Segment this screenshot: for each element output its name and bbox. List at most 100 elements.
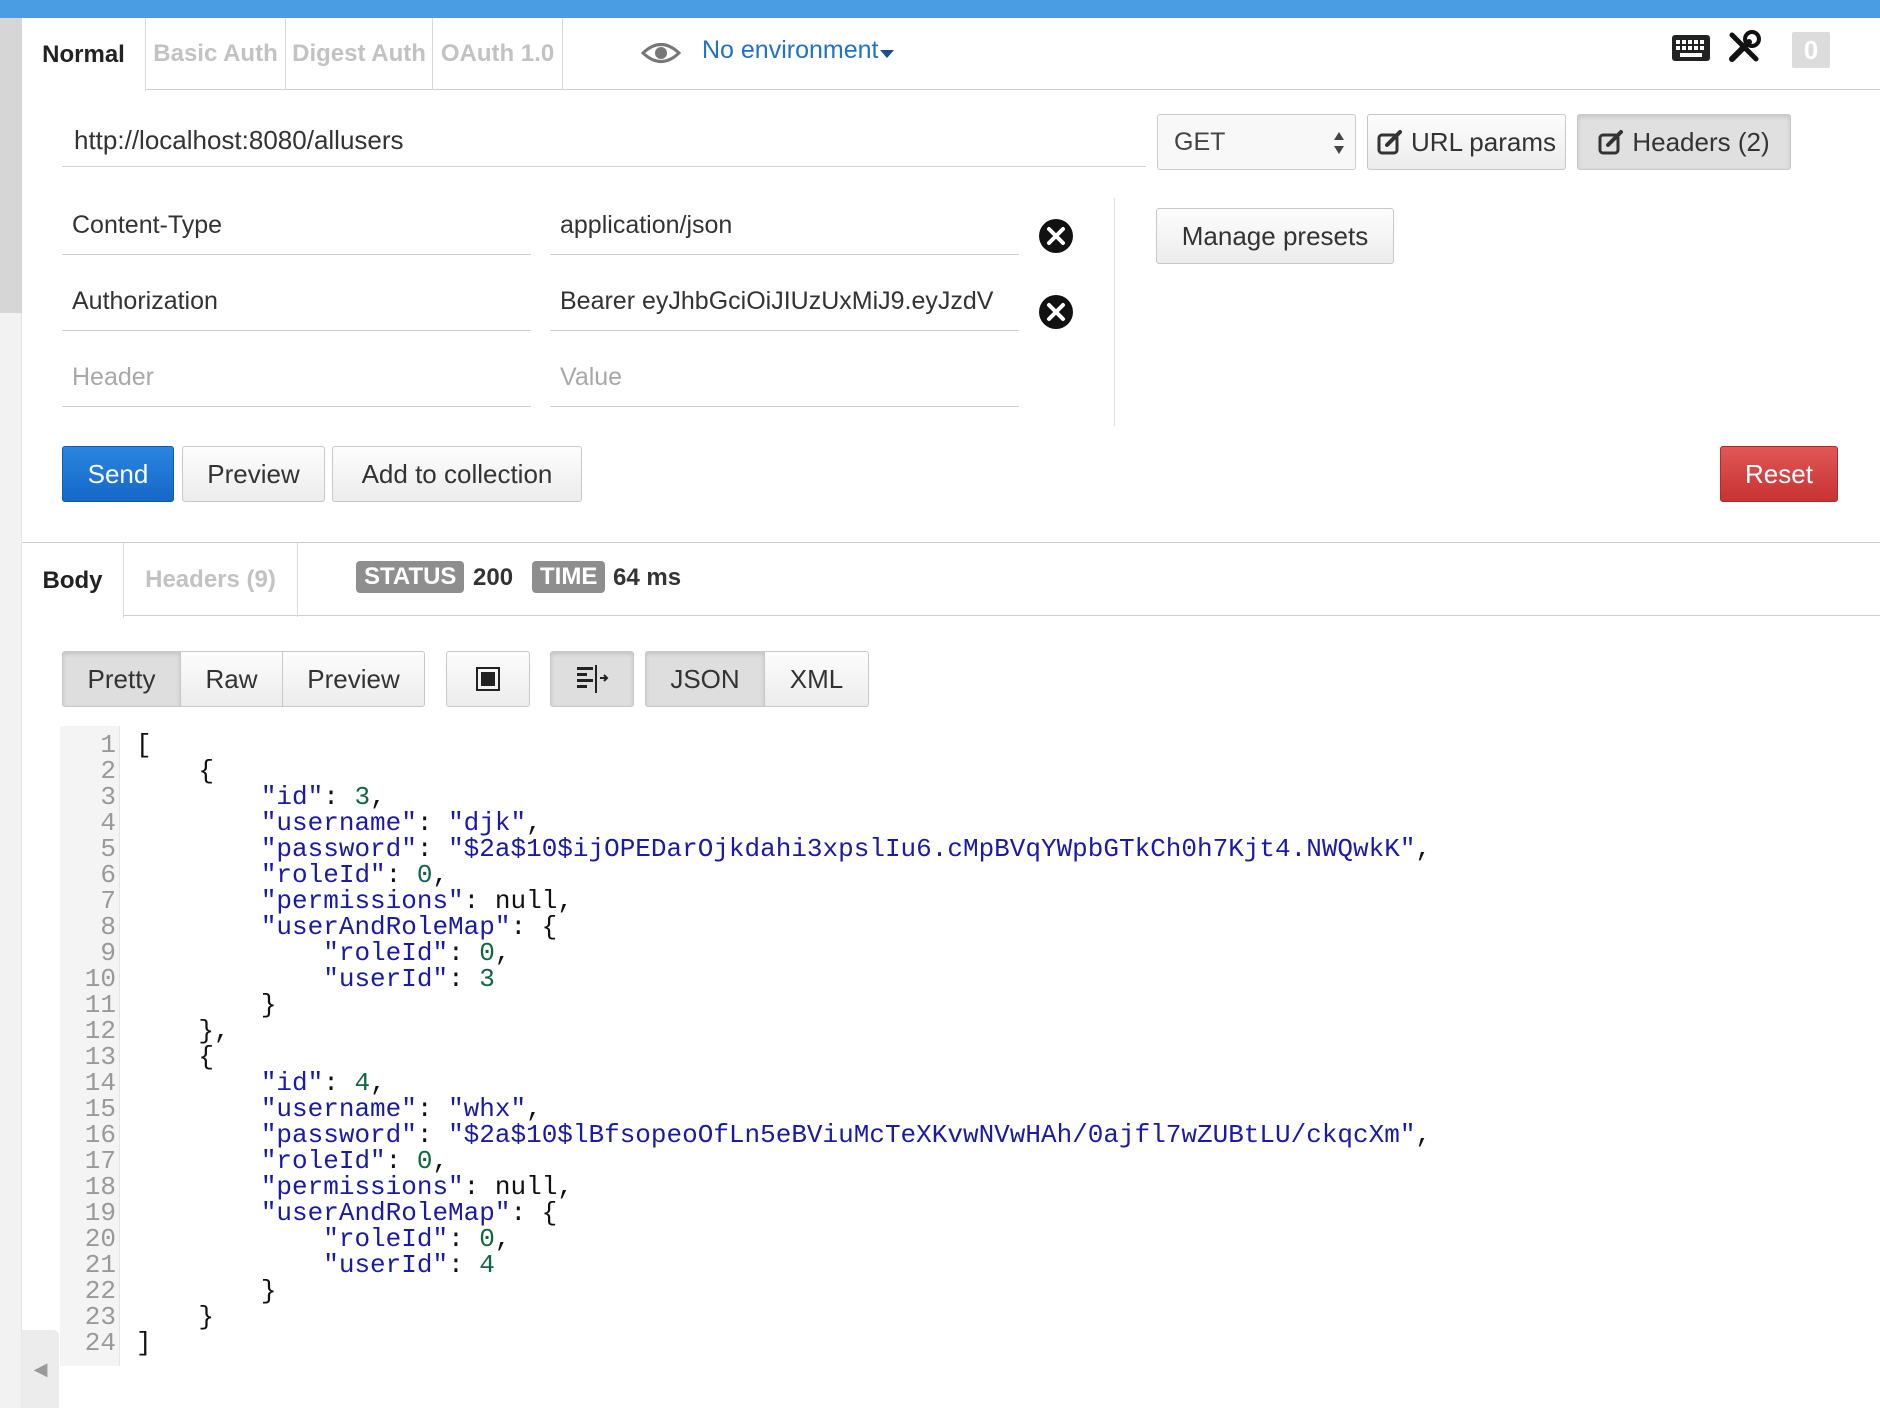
code-text: "roleId": 0, [260,1146,449,1176]
fullscreen-button[interactable] [446,651,530,707]
send-button[interactable]: Send [62,446,174,502]
method-select[interactable]: GET [1157,114,1356,170]
code-text: } [136,1302,215,1332]
response-body-code[interactable]: 1 [2 {3 "id": 3, 4 "username": "djk", 5 "pa… [60,726,1880,1366]
add-to-collection-button[interactable]: Add to collection [332,446,582,502]
line-number: 11 [84,990,116,1020]
line-number: 24 [84,1328,116,1358]
code-text: ] [136,1328,152,1358]
url-params-label: URL params [1411,126,1556,157]
select-arrows-icon [1334,132,1344,154]
line-number: 6 [100,860,116,890]
method-value: GET [1174,127,1226,156]
url-params-button[interactable]: URL params [1367,114,1566,170]
code-text: "userAndRoleMap": { [260,912,558,942]
counter-badge[interactable]: 0 [1792,32,1830,68]
reset-button[interactable]: Reset [1720,446,1838,502]
code-text: [ [136,730,152,760]
line-number: 15 [84,1094,116,1124]
edit-icon [1377,130,1403,155]
code-text: "roleId": 0, [323,938,511,968]
remove-header-icon[interactable] [1038,294,1074,330]
keyboard-icon[interactable] [1671,34,1711,62]
tab-oauth[interactable]: OAuth 1.0 [433,18,563,90]
code-text: "userAndRoleMap": { [260,1198,558,1228]
code-text: { [136,756,215,786]
code-text: "userId": 3 [323,964,495,994]
format-xml-button[interactable]: XML [764,651,869,707]
code-text: "permissions": null, [260,1172,573,1202]
header-value-placeholder[interactable]: Value [550,349,1019,407]
response-tabs-bar: Body Headers (9) [22,542,1880,618]
line-number: 4 [100,808,116,838]
line-number: 8 [100,912,116,942]
code-text: "password": "$2a$10$lBfsopeoOfLn5eBViuMc… [260,1120,1432,1150]
header-value-field[interactable]: Bearer eyJhbGciOiJIUzUxMiJ9.eyJzdV [550,273,1019,331]
header-value-field[interactable]: application/json [550,197,1019,255]
code-text: "id": 4, [260,1068,386,1098]
line-number: 23 [84,1302,116,1332]
code-text: "userId": 4 [323,1250,495,1280]
preview-button[interactable]: Preview [182,446,325,502]
code-text: "roleId": 0, [260,860,449,890]
chevron-left-icon: ◀ [33,1358,48,1379]
tools-icon[interactable] [1727,30,1761,64]
header-name-field[interactable]: Content-Type [62,197,531,255]
code-text: "username": "whx", [260,1094,542,1124]
headers-button[interactable]: Headers (2) [1577,114,1791,170]
remove-header-icon[interactable] [1038,218,1074,254]
wrap-lines-icon [577,665,609,693]
tab-digest-auth[interactable]: Digest Auth [286,18,433,90]
header-name-placeholder[interactable]: Header [62,349,531,407]
code-text: }, [136,1016,230,1046]
view-pretty-button[interactable]: Pretty [62,651,181,707]
auth-tabs-bar: Normal Basic Auth Digest Auth OAuth 1.0 [22,18,1880,91]
tab-body[interactable]: Body [22,543,124,618]
time-label: TIME [532,561,606,593]
url-input[interactable] [62,114,1146,167]
line-number: 16 [84,1120,116,1150]
headers-divider [1114,198,1115,426]
view-raw-button[interactable]: Raw [180,651,283,707]
view-preview-button[interactable]: Preview [282,651,425,707]
chevron-down-icon[interactable] [880,50,894,58]
tab-normal[interactable]: Normal [22,18,146,91]
line-number: 2 [100,756,116,786]
edit-icon [1598,130,1624,155]
tab-basic-auth[interactable]: Basic Auth [146,18,286,90]
line-number: 17 [84,1146,116,1176]
code-text: "roleId": 0, [323,1224,511,1254]
window-top-bar [0,0,1880,18]
line-number: 7 [100,886,116,916]
headers-label: Headers (2) [1632,126,1770,157]
code-text: } [136,1276,277,1306]
environment-select[interactable]: No environment [702,36,878,65]
tab-response-headers[interactable]: Headers (9) [124,543,298,617]
code-text: "id": 3, [260,782,386,812]
line-number: 13 [84,1042,116,1072]
collapse-sidebar-button[interactable]: ◀ [22,1330,59,1408]
line-number: 19 [84,1198,116,1228]
left-scrollbar-thumb[interactable] [0,18,22,313]
fullscreen-icon [476,667,500,691]
code-text: { [136,1042,215,1072]
header-name-field[interactable]: Authorization [62,273,531,331]
line-number: 5 [100,834,116,864]
code-text: "username": "djk", [260,808,542,838]
wrap-lines-button[interactable] [550,651,634,707]
manage-presets-button[interactable]: Manage presets [1156,208,1394,264]
status-value: 200 [473,564,514,591]
code-text: "password": "$2a$10$ijOPEDarOjkdahi3xpsl… [260,834,1432,864]
code-text: } [136,990,277,1020]
line-number: 9 [100,938,116,968]
line-number: 1 [100,730,116,760]
format-json-button[interactable]: JSON [645,651,765,707]
line-number: 10 [84,964,116,994]
eye-icon[interactable] [641,38,681,68]
line-number: 14 [84,1068,116,1098]
line-number: 3 [100,782,116,812]
line-number: 12 [84,1016,116,1046]
status-label: STATUS [356,561,465,593]
line-number: 22 [84,1276,116,1306]
code-text: "permissions": null, [260,886,573,916]
